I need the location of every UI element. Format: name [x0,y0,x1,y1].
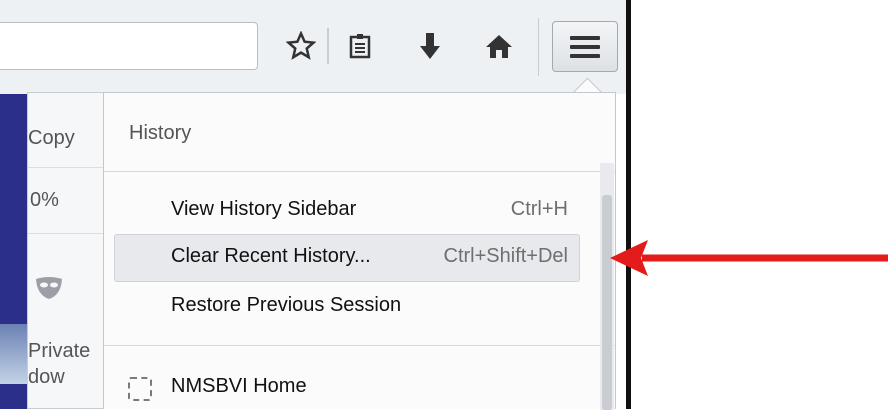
home-icon[interactable] [480,26,518,66]
browser-toolbar [0,0,626,94]
view-history-sidebar-item[interactable]: View History Sidebar Ctrl+H [114,187,580,235]
toolbar-separator [538,18,539,76]
divider [104,345,615,346]
url-bar[interactable] [0,22,258,70]
clear-recent-history-item[interactable]: Clear Recent History... Ctrl+Shift+Del [114,234,580,282]
scrollbar-thumb[interactable] [602,195,612,410]
panel-title: History [129,122,192,144]
download-arrow-icon[interactable] [411,26,449,66]
history-entry-nmsbvi-home[interactable]: NMSBVI Home [114,371,580,411]
mask-icon [34,275,64,306]
divider [104,171,615,172]
restore-previous-session-item[interactable]: Restore Previous Session [114,283,580,331]
dashed-favicon-icon [128,377,152,401]
background-page [0,94,30,409]
toolbar-separator [327,28,329,64]
history-panel: History View History Sidebar Ctrl+H Clea… [103,92,616,411]
panel-header: History [104,93,615,171]
window-edge [626,0,631,409]
red-arrow-icon [608,236,891,285]
hamburger-menu-icon[interactable] [552,21,618,72]
reading-list-icon[interactable] [341,26,379,66]
star-icon[interactable] [282,26,320,66]
